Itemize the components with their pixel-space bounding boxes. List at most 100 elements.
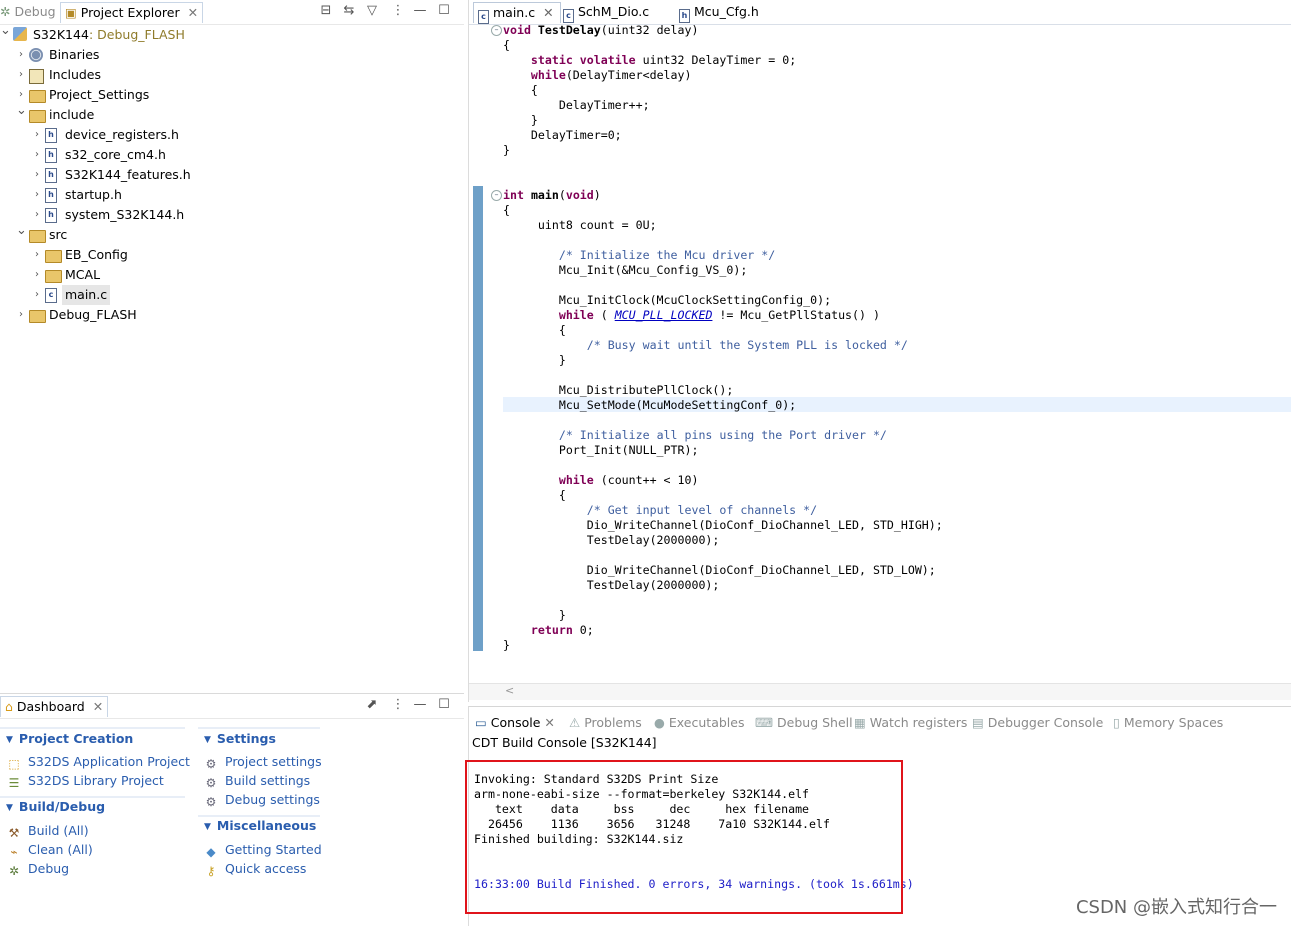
tab-mcu-cfg-h[interactable]: h Mcu_Cfg.h — [679, 2, 759, 23]
quick-access-link[interactable]: ⚷ Quick access — [203, 861, 307, 878]
view-menu-icon[interactable]: ⋮ — [390, 697, 406, 713]
scroll-left-icon[interactable]: < — [505, 684, 514, 697]
divider — [0, 727, 185, 729]
code-editor: c main.c ✕ c SchM_Dio.c h Mcu_Cfg.h – – voi… — [468, 0, 1291, 702]
section-project-creation[interactable]: Project Creation — [6, 731, 133, 746]
debug-settings-link[interactable]: ⚙ Debug settings — [203, 792, 320, 809]
chevron-down-icon[interactable]: ⌄ — [0, 21, 11, 41]
horizontal-scrollbar[interactable]: < — [469, 683, 1291, 700]
chevron-right-icon[interactable]: › — [16, 45, 26, 65]
tree-item-label: system_S32K144.h — [65, 207, 185, 222]
code-line: while (count++ < 10) — [558, 473, 699, 487]
console-tab[interactable]: ▦ Watch registers — [854, 713, 967, 733]
view-menu-icon[interactable]: ⋮ — [390, 3, 406, 19]
build-all-link[interactable]: ⚒ Build (All) — [6, 823, 89, 840]
maximize-icon[interactable]: ☐ — [436, 3, 452, 19]
dashboard-action-icon[interactable]: ⬈ — [364, 697, 380, 713]
header-file-icon: h — [45, 168, 57, 183]
getting-started-icon: ◆ — [206, 845, 216, 859]
c-file-icon: c — [45, 288, 57, 303]
chevron-right-icon[interactable]: › — [32, 125, 42, 145]
chevron-right-icon[interactable]: › — [32, 245, 42, 265]
console-tab[interactable]: ▯ Memory Spaces — [1113, 713, 1223, 733]
fold-icon[interactable]: – — [491, 25, 502, 36]
close-icon[interactable]: ✕ — [540, 715, 554, 730]
tree-item-label: startup.h — [65, 187, 122, 202]
c-file-icon: c — [563, 9, 574, 23]
project-explorer-tabbar: ✲ Debug ▣ Project Explorer ✕ ⊟ ⇆ ▽ ⋮ — ☐ — [0, 0, 464, 25]
code-line: return 0; — [530, 623, 594, 637]
tree-item-label: device_registers.h — [65, 127, 179, 142]
editor-tabbar: c main.c ✕ c SchM_Dio.c h Mcu_Cfg.h — [469, 0, 1291, 25]
minimize-icon[interactable]: — — [412, 697, 428, 713]
code-line: { — [503, 323, 566, 337]
maximize-icon[interactable]: ☐ — [436, 697, 452, 713]
code-line: { — [503, 203, 510, 217]
tab-dashboard[interactable]: ⌂ Dashboard ✕ — [0, 696, 109, 717]
collapse-all-icon[interactable]: ⊟ — [318, 3, 334, 19]
getting-started-link[interactable]: ◆ Getting Started — [203, 842, 321, 859]
code-line: TestDelay(2000000); — [503, 578, 720, 592]
code-line: Port_Init(NULL_PTR); — [503, 443, 699, 457]
tab-debug[interactable]: ✲ Debug — [0, 2, 56, 22]
broom-icon: ⌁ — [10, 845, 18, 859]
chevron-right-icon[interactable]: › — [32, 185, 42, 205]
console-tab[interactable]: ⌨ Debug Shell — [755, 713, 853, 733]
tab-schm-dio-c[interactable]: c SchM_Dio.c — [563, 2, 649, 23]
tree-item-label: S32K144 — [33, 27, 89, 42]
project-explorer-icon: ▣ — [65, 5, 77, 20]
tree-item-label: Binaries — [49, 47, 100, 62]
chevron-right-icon[interactable]: › — [16, 305, 26, 325]
debug-link[interactable]: ✲ Debug — [6, 861, 69, 878]
project-settings-link[interactable]: ⚙ Project settings — [203, 754, 322, 771]
tree-item-label: main.c — [62, 285, 111, 305]
debug-shell-icon: ⌨ — [755, 715, 778, 730]
code-line: /* Busy wait until the System PLL is loc… — [586, 338, 908, 352]
close-icon[interactable]: ✕ — [188, 5, 198, 20]
s32ds-application-project-link[interactable]: ⬚ S32DS Application Project — [6, 754, 190, 771]
chevron-right-icon[interactable]: › — [16, 65, 26, 85]
section-build-debug[interactable]: Build/Debug — [6, 799, 105, 814]
filter-icon[interactable]: ▽ — [364, 3, 380, 19]
header-file-icon: h — [45, 188, 57, 203]
tab-main-c[interactable]: c main.c ✕ — [473, 2, 561, 24]
chevron-right-icon[interactable]: › — [32, 265, 42, 285]
code-line: while ( MCU_PLL_LOCKED != Mcu_GetPllStat… — [558, 308, 880, 322]
build-settings-link[interactable]: ⚙ Build settings — [203, 773, 311, 790]
tab-project-explorer[interactable]: ▣ Project Explorer ✕ — [60, 2, 204, 23]
chevron-right-icon[interactable]: › — [32, 145, 42, 165]
close-icon[interactable]: ✕ — [93, 699, 103, 714]
console-tab[interactable]: ● Executables — [654, 713, 744, 733]
code-line: { — [503, 38, 510, 52]
section-miscellaneous[interactable]: Miscellaneous — [204, 818, 316, 833]
chevron-right-icon[interactable]: › — [32, 205, 42, 225]
link-with-editor-icon[interactable]: ⇆ — [341, 3, 357, 19]
console-tab[interactable]: ▭ Console ✕ — [475, 713, 555, 733]
code-line: Dio_WriteChannel(DioConf_DioChannel_LED,… — [503, 518, 943, 532]
watch-registers-icon: ▦ — [854, 715, 870, 730]
console-tab[interactable]: ⚠ Problems — [569, 713, 642, 733]
fold-icon[interactable]: – — [491, 190, 502, 201]
console-tab[interactable]: ▤ Debugger Console — [972, 713, 1103, 733]
chevron-down-icon[interactable]: ⌄ — [16, 221, 27, 241]
chevron-down-icon[interactable]: ⌄ — [16, 101, 27, 121]
console-tab-label: Executables — [668, 715, 745, 730]
minimize-icon[interactable]: — — [412, 3, 428, 19]
s32ds-library-project-link[interactable]: ☰ S32DS Library Project — [6, 773, 164, 790]
dashboard-icon: ⌂ — [5, 699, 13, 714]
section-settings[interactable]: Settings — [204, 731, 276, 746]
clean-all-link[interactable]: ⌁ Clean (All) — [6, 842, 92, 859]
chevron-right-icon[interactable]: › — [32, 165, 42, 185]
chevron-right-icon[interactable]: › — [32, 285, 42, 305]
folder-icon — [29, 90, 46, 103]
code-line: /* Initialize all pins using the Port dr… — [558, 428, 887, 442]
close-icon[interactable]: ✕ — [543, 5, 553, 20]
